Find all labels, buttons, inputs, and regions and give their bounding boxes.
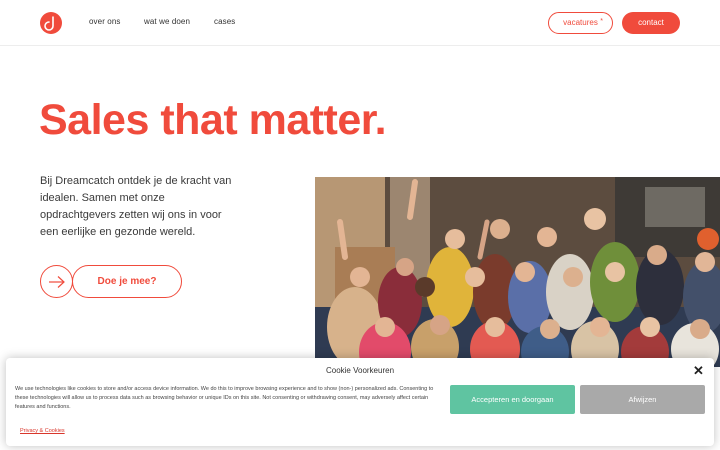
contact-button[interactable]: contact [622,12,680,34]
decline-cookies-button[interactable]: Afwijzen [580,385,705,414]
cookie-text: We use technologies like cookies to stor… [15,386,434,410]
privacy-cookies-link[interactable]: Privacy & Cookies [20,428,65,434]
vacatures-star: * [600,18,603,25]
hero-text: Bij Dreamcatch ontdek je de kracht van i… [40,175,232,238]
nav-cases[interactable]: cases [214,17,235,26]
arrow-right-icon [49,276,65,288]
arrow-button[interactable] [40,265,73,298]
vacatures-button[interactable]: vacatures * [548,12,613,34]
dreamcatch-logo-icon[interactable] [40,12,62,34]
nav-over-ons[interactable]: over ons [89,17,120,26]
cookie-banner: Cookie Voorkeuren ✕ We use technologies … [6,358,714,446]
hero-title: Sales that matter. [39,96,387,144]
nav-wat-we-doen[interactable]: wat we doen [144,17,190,26]
doe-je-mee-button[interactable]: Doe je mee? [72,265,182,298]
close-icon[interactable]: ✕ [693,363,704,379]
accept-cookies-button[interactable]: Accepteren en doorgaan [450,385,575,414]
cookie-title: Cookie Voorkeuren [325,366,395,375]
vacatures-label: vacatures [563,18,598,27]
team-photo [315,177,720,367]
site-header: over ons wat we doen cases vacatures * co… [0,0,720,46]
